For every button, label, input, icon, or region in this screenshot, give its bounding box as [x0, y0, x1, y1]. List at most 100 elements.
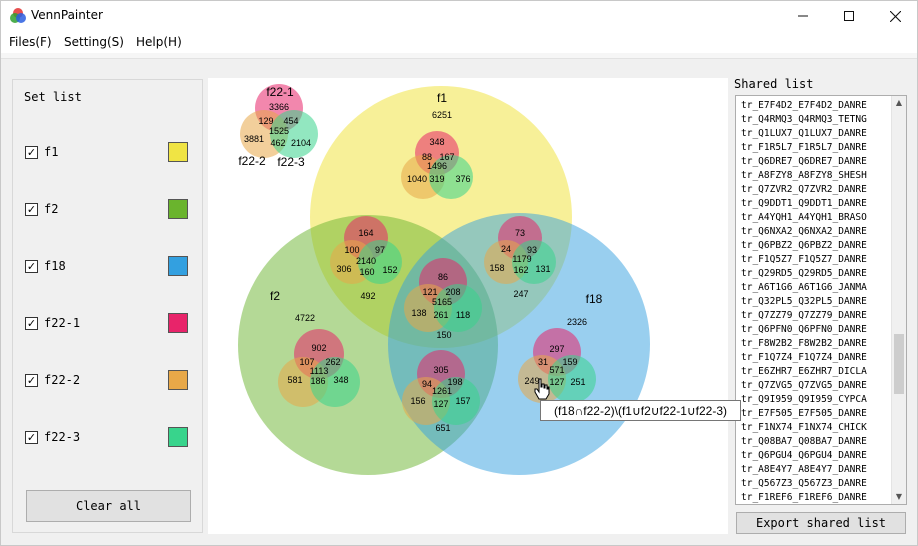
region-count: 492 — [360, 291, 375, 301]
venn-diagram[interactable]: f1 6251 f2 4722 f18 2326 492 247 651 150… — [208, 78, 728, 534]
minimize-button[interactable] — [780, 1, 826, 31]
region-count: 297 — [549, 344, 564, 354]
shared-list-item[interactable]: tr_F1NX74_F1NX74_CHICK — [741, 422, 867, 433]
shared-list-title: Shared list — [734, 77, 814, 91]
set-checkbox-f2[interactable]: ✓ — [25, 203, 38, 216]
region-count: 208 — [445, 287, 460, 297]
region-count: 348 — [429, 137, 444, 147]
set-row-f2: ✓ f2 — [25, 198, 191, 222]
shared-list-item[interactable]: tr_F8W2B2_F8W2B2_DANRE — [741, 338, 867, 349]
region-count: 376 — [455, 174, 470, 184]
shared-list-item[interactable]: tr_Q08BA7_Q08BA7_DANRE — [741, 436, 867, 447]
region-count: 31 — [538, 357, 548, 367]
region-count: 73 — [515, 228, 525, 238]
set-name: f18 — [44, 259, 66, 273]
shared-list-item[interactable]: tr_Q6NXA2_Q6NXA2_DANRE — [741, 226, 867, 237]
venn-app-icon — [10, 8, 26, 23]
shared-list-item[interactable]: tr_A8E4Y7_A8E4Y7_DANRE — [741, 464, 867, 475]
menu-help[interactable]: Help(H) — [136, 35, 182, 49]
shared-list-item[interactable]: tr_Q7ZZ79_Q7ZZ79_DANRE — [741, 310, 867, 321]
shared-list-item[interactable]: tr_Q9I959_Q9I959_CYPCA — [741, 394, 867, 405]
set-name: f2 — [44, 202, 59, 216]
shared-list-item[interactable]: tr_Q7ZVR2_Q7ZVR2_DANRE — [741, 184, 867, 195]
region-count: 651 — [435, 423, 450, 433]
shared-list-item[interactable]: tr_E6ZHR7_E6ZHR7_DICLA — [741, 366, 867, 377]
shared-list-item[interactable]: tr_Q7ZVG5_Q7ZVG5_DANRE — [741, 380, 867, 391]
region-count: 94 — [422, 379, 432, 389]
shared-list-item[interactable]: tr_Q4RMQ3_Q4RMQ3_TETNG — [741, 114, 867, 125]
shared-list-item[interactable]: tr_Q29RD5_Q29RD5_DANRE — [741, 268, 867, 279]
legend-label-f22-2: f22-2 — [238, 154, 266, 168]
set-color-swatch-f18[interactable] — [168, 256, 188, 276]
set-checkbox-f18[interactable]: ✓ — [25, 260, 38, 273]
shared-list-item[interactable]: tr_Q6PBZ2_Q6PBZ2_DANRE — [741, 240, 867, 251]
shared-list-scrollbar[interactable]: ▲ ▼ — [891, 96, 906, 504]
region-count: 581 — [287, 375, 302, 385]
region-count: 1261 — [432, 386, 452, 396]
set-color-swatch-f2[interactable] — [168, 199, 188, 219]
region-count: 5165 — [432, 297, 452, 307]
scroll-thumb[interactable] — [894, 334, 904, 394]
shared-list-item[interactable]: tr_F1R5L7_F1R5L7_DANRE — [741, 142, 867, 153]
scroll-down-arrow-icon[interactable]: ▼ — [892, 490, 906, 504]
set-checkbox-f22-3[interactable]: ✓ — [25, 431, 38, 444]
shared-list-item[interactable]: tr_Q32PL5_Q32PL5_DANRE — [741, 296, 867, 307]
set-color-swatch-f22-2[interactable] — [168, 370, 188, 390]
set-color-swatch-f22-3[interactable] — [168, 427, 188, 447]
shared-list-item[interactable]: tr_A8FZY8_A8FZY8_SHESH — [741, 170, 867, 181]
set-checkbox-f22-2[interactable]: ✓ — [25, 374, 38, 387]
region-count: 454 — [283, 116, 298, 126]
set-name: f1 — [44, 145, 59, 159]
region-count: 1179 — [512, 254, 531, 264]
region-count: 571 — [549, 365, 564, 375]
shared-list-item[interactable]: tr_E7F4D2_E7F4D2_DANRE — [741, 100, 867, 111]
shared-list-item[interactable]: tr_A6T1G6_A6T1G6_JANMA — [741, 282, 867, 293]
region-count: 150 — [436, 330, 451, 340]
region-count: 4722 — [295, 313, 315, 323]
shared-list-item[interactable]: tr_A4YQH1_A4YQH1_BRASO — [741, 212, 867, 223]
scroll-up-arrow-icon[interactable]: ▲ — [892, 96, 906, 110]
shared-list-item[interactable]: tr_Q6DRE7_Q6DRE7_DANRE — [741, 156, 867, 167]
region-count: 902 — [311, 343, 326, 353]
set-color-swatch-f22-1[interactable] — [168, 313, 188, 333]
set-name: f22-1 — [44, 316, 81, 330]
set-list-panel: Set list ✓ f1 ✓ f2 ✓ f18 ✓ f22-1 ✓ f22-2… — [12, 79, 203, 533]
region-count: 305 — [433, 365, 448, 375]
shared-list-item[interactable]: tr_Q6PFN0_Q6PFN0_DANRE — [741, 324, 867, 335]
venn-canvas[interactable]: f1 6251 f2 4722 f18 2326 492 247 651 150… — [208, 78, 728, 534]
set-checkbox-f22-1[interactable]: ✓ — [25, 317, 38, 330]
set-row-f22-1: ✓ f22-1 — [25, 312, 191, 336]
export-shared-list-button[interactable]: Export shared list — [736, 512, 906, 534]
set-color-swatch-f1[interactable] — [168, 142, 188, 162]
region-count: 121 — [422, 287, 437, 297]
set-list-title: Set list — [24, 90, 82, 104]
region-count: 100 — [344, 245, 359, 255]
region-count: 127 — [433, 399, 448, 409]
region-count: 6251 — [432, 110, 452, 120]
shared-list-item[interactable]: tr_Q6PGU4_Q6PGU4_DANRE — [741, 450, 867, 461]
region-count: 156 — [410, 396, 425, 406]
set-checkbox-f1[interactable]: ✓ — [25, 146, 38, 159]
menu-files[interactable]: Files(F) — [9, 35, 52, 49]
maximize-icon — [844, 11, 854, 21]
set-name: f22-3 — [44, 430, 81, 444]
shared-list-item[interactable]: tr_E7F505_E7F505_DANRE — [741, 408, 867, 419]
shared-list-box[interactable]: tr_E7F4D2_E7F4D2_DANRE tr_Q4RMQ3_Q4RMQ3_T… — [735, 95, 907, 505]
shared-list-item[interactable]: tr_Q1LUX7_Q1LUX7_DANRE — [741, 128, 867, 139]
region-count: 160 — [359, 267, 374, 277]
region-count: 118 — [456, 310, 470, 320]
shared-list-item[interactable]: tr_Q9DDT1_Q9DDT1_DANRE — [741, 198, 867, 209]
shared-list-item[interactable]: tr_Q567Z3_Q567Z3_DANRE — [741, 478, 867, 489]
shared-list-item[interactable]: tr_F1REF6_F1REF6_DANRE — [741, 492, 867, 503]
clear-all-button[interactable]: Clear all — [26, 490, 191, 522]
close-button[interactable] — [872, 1, 918, 31]
region-count: 97 — [375, 245, 385, 255]
legend-venn-group: f22-1 f22-2 f22-3 3366 129 454 1525 3881… — [238, 84, 318, 169]
region-count: 319 — [429, 174, 444, 184]
menu-setting[interactable]: Setting(S) — [64, 35, 124, 49]
shared-list-item[interactable]: tr_F1Q7Z4_F1Q7Z4_DANRE — [741, 352, 867, 363]
region-count: 138 — [411, 308, 426, 318]
shared-list-item[interactable]: tr_F1Q5Z7_F1Q5Z7_DANRE — [741, 254, 867, 265]
region-count: 2326 — [567, 317, 587, 327]
maximize-button[interactable] — [826, 1, 872, 31]
